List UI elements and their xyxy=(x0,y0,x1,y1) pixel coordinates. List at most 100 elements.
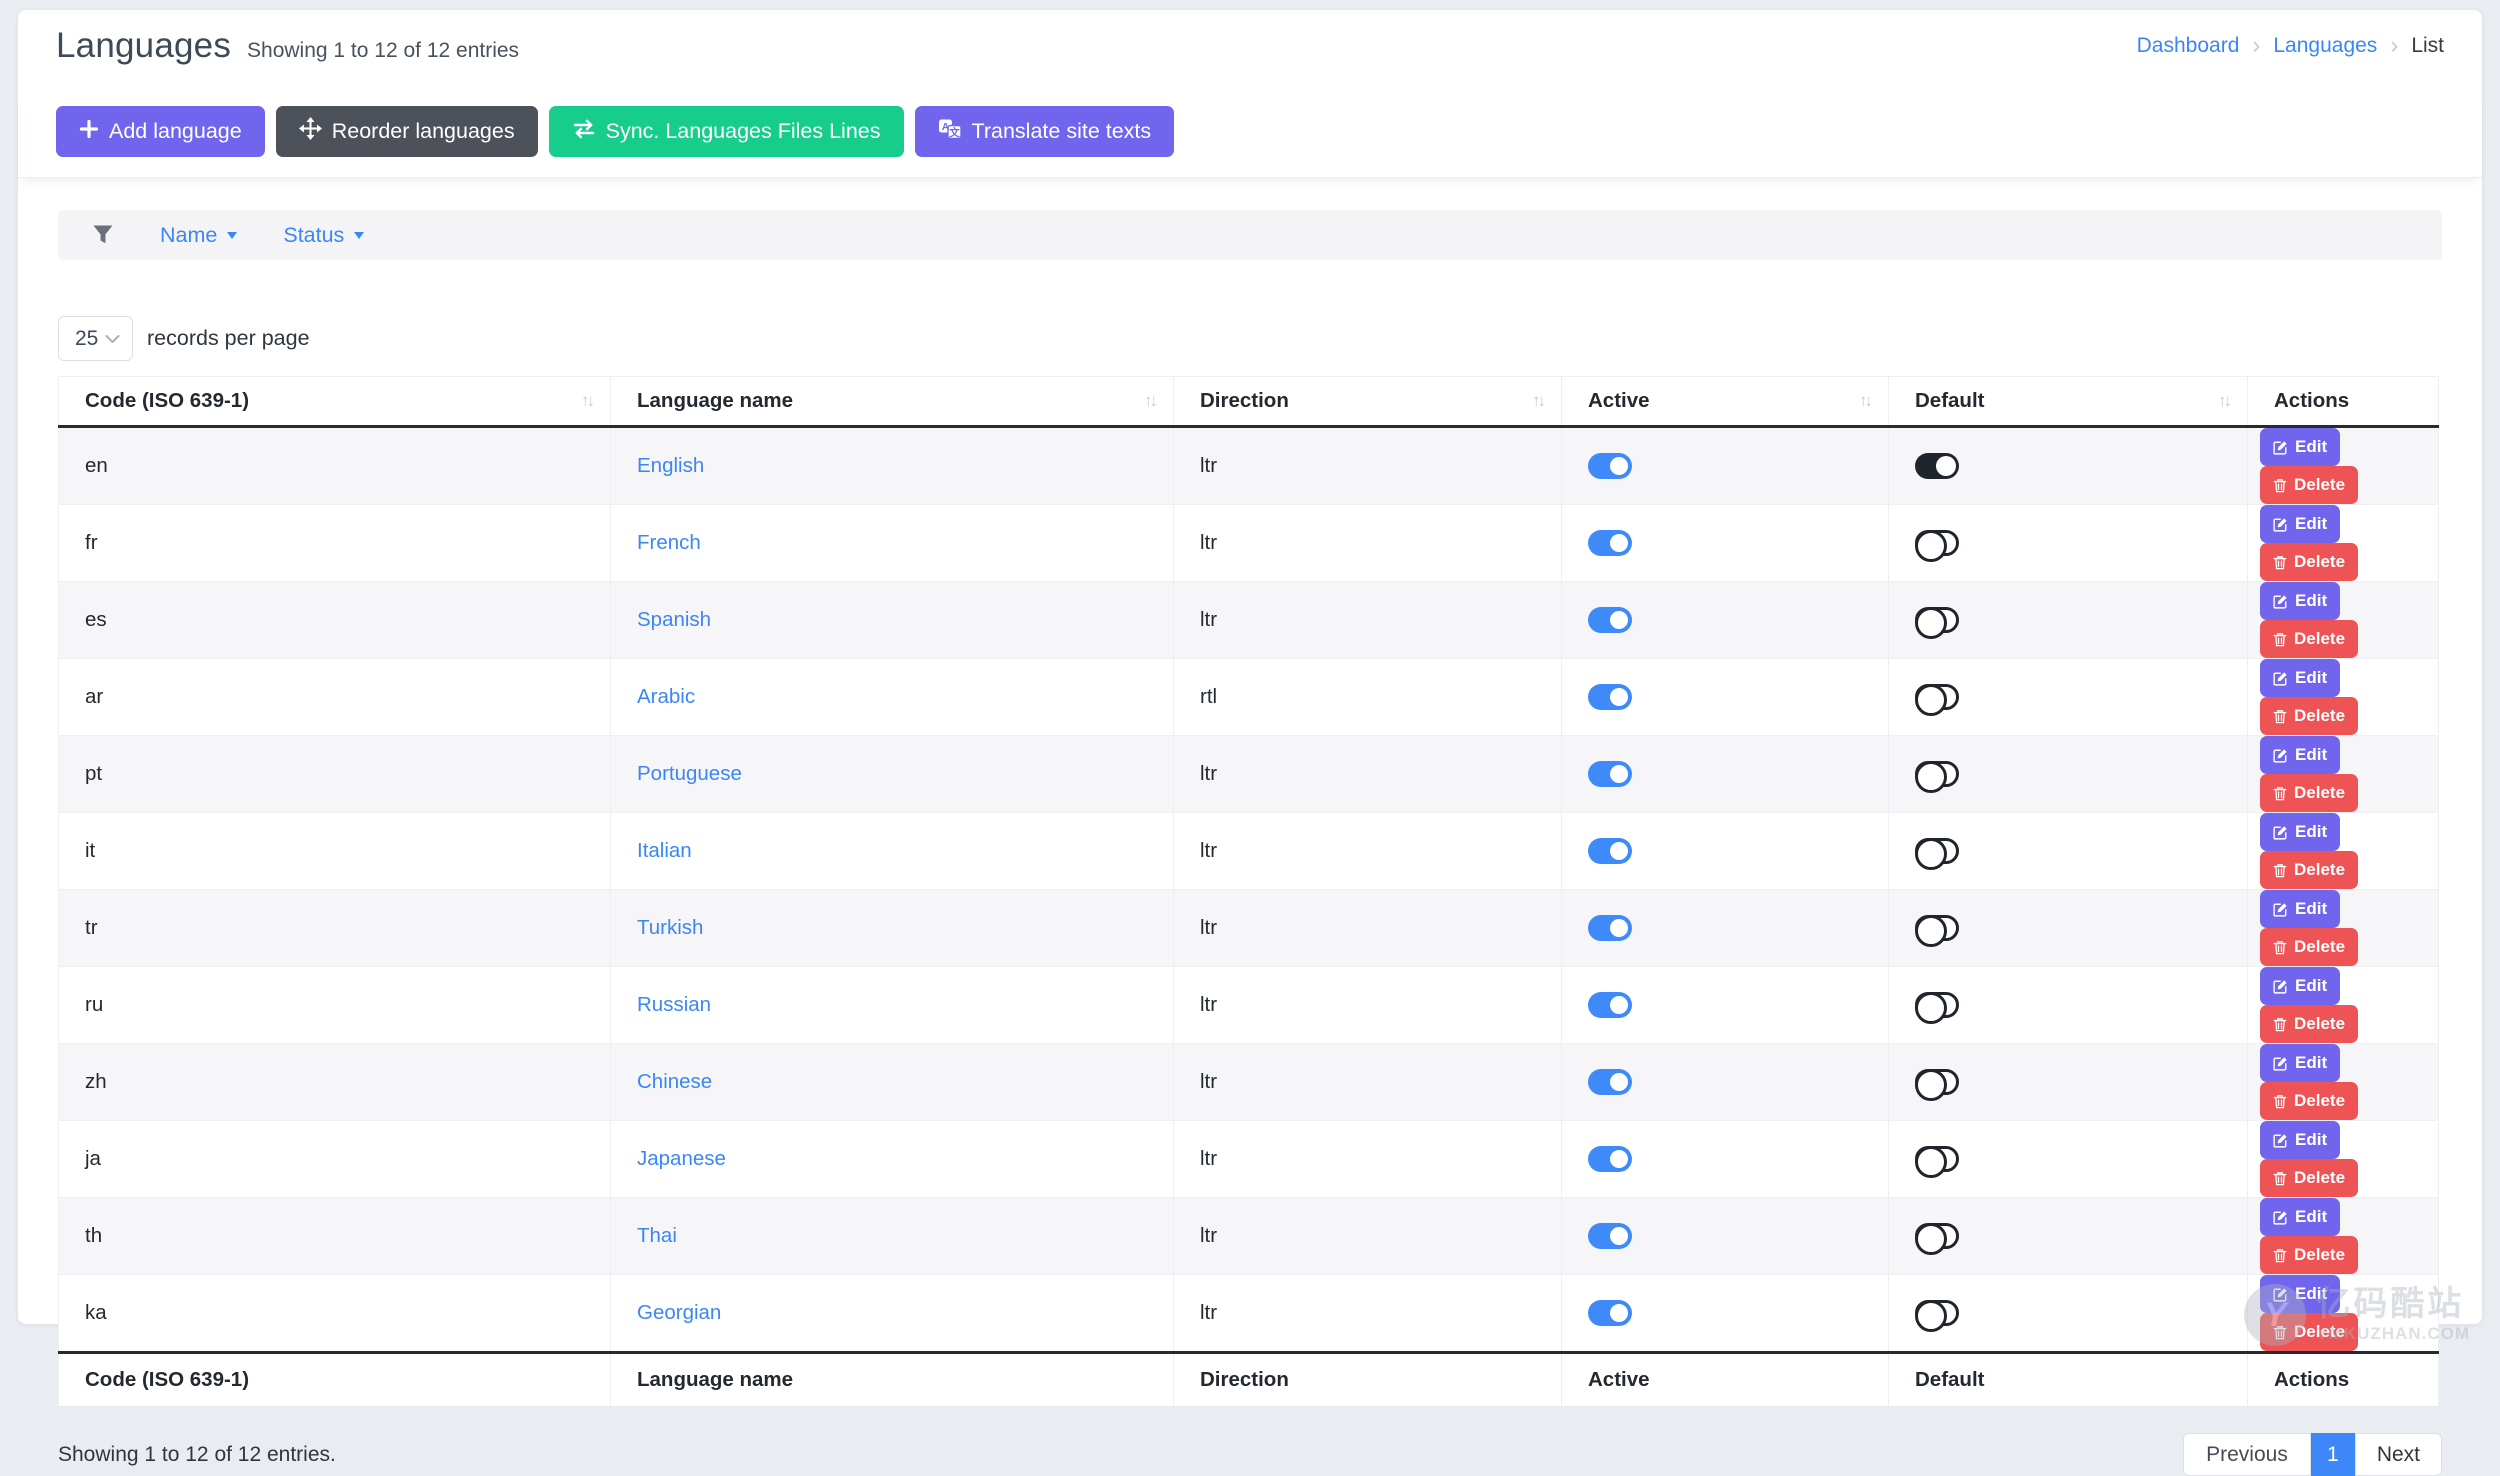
edit-button[interactable]: Edit xyxy=(2260,813,2340,851)
edit-button[interactable]: Edit xyxy=(2260,1275,2340,1313)
edit-label: Edit xyxy=(2295,1130,2327,1150)
table-row: en English ltr Edit Delete xyxy=(59,427,2439,505)
delete-label: Delete xyxy=(2294,552,2345,572)
default-toggle[interactable] xyxy=(1915,915,1959,941)
edit-button[interactable]: Edit xyxy=(2260,1044,2340,1082)
language-name-link[interactable]: Arabic xyxy=(637,685,695,708)
delete-button[interactable]: Delete xyxy=(2260,620,2358,658)
delete-button[interactable]: Delete xyxy=(2260,1236,2358,1274)
edit-label: Edit xyxy=(2295,437,2327,457)
default-toggle[interactable] xyxy=(1915,607,1959,633)
default-toggle[interactable] xyxy=(1915,992,1959,1018)
default-toggle[interactable] xyxy=(1915,1300,1959,1326)
active-toggle[interactable] xyxy=(1588,530,1632,556)
reorder-languages-button[interactable]: Reorder languages xyxy=(276,106,538,157)
pagination-previous-button[interactable]: Previous xyxy=(2183,1433,2311,1476)
code-cell: es xyxy=(59,582,611,659)
delete-button[interactable]: Delete xyxy=(2260,543,2358,581)
breadcrumb-link-dashboard[interactable]: Dashboard xyxy=(2137,34,2240,58)
filter-name-dropdown[interactable]: Name xyxy=(160,223,237,248)
edit-button[interactable]: Edit xyxy=(2260,967,2340,1005)
delete-button[interactable]: Delete xyxy=(2260,851,2358,889)
sync-languages-button[interactable]: Sync. Languages Files Lines xyxy=(549,106,904,157)
active-toggle[interactable] xyxy=(1588,761,1632,787)
add-language-button[interactable]: Add language xyxy=(56,106,265,157)
edit-button[interactable]: Edit xyxy=(2260,736,2340,774)
active-toggle[interactable] xyxy=(1588,1146,1632,1172)
pagination-page-1[interactable]: 1 xyxy=(2311,1433,2355,1476)
edit-button[interactable]: Edit xyxy=(2260,582,2340,620)
trash-icon xyxy=(2273,786,2287,801)
active-toggle[interactable] xyxy=(1588,1223,1632,1249)
edit-button[interactable]: Edit xyxy=(2260,1198,2340,1236)
language-name-link[interactable]: Japanese xyxy=(637,1147,726,1170)
active-toggle[interactable] xyxy=(1588,1069,1632,1095)
sort-icon: ↑↓ xyxy=(1859,391,1870,411)
active-toggle[interactable] xyxy=(1588,992,1632,1018)
active-toggle[interactable] xyxy=(1588,838,1632,864)
default-toggle[interactable] xyxy=(1915,684,1959,710)
delete-button[interactable]: Delete xyxy=(2260,697,2358,735)
header-default[interactable]: Default↑↓ xyxy=(1889,377,2248,427)
delete-button[interactable]: Delete xyxy=(2260,1005,2358,1043)
delete-button[interactable]: Delete xyxy=(2260,928,2358,966)
edit-button[interactable]: Edit xyxy=(2260,659,2340,697)
pagination: Previous 1 Next xyxy=(2183,1433,2442,1476)
default-toggle[interactable] xyxy=(1915,1146,1959,1172)
translate-site-texts-button[interactable]: A 文 Translate site texts xyxy=(915,106,1175,157)
move-icon xyxy=(299,117,322,146)
language-name-link[interactable]: Spanish xyxy=(637,608,711,631)
header-code[interactable]: Code (ISO 639-1)↑↓ xyxy=(59,377,611,427)
default-toggle[interactable] xyxy=(1915,838,1959,864)
table-row: zh Chinese ltr Edit Delete xyxy=(59,1044,2439,1121)
language-name-link[interactable]: Georgian xyxy=(637,1301,721,1324)
reorder-languages-label: Reorder languages xyxy=(332,119,515,144)
active-toggle[interactable] xyxy=(1588,607,1632,633)
default-toggle[interactable] xyxy=(1915,453,1959,479)
direction-cell: ltr xyxy=(1174,1275,1562,1353)
delete-button[interactable]: Delete xyxy=(2260,466,2358,504)
active-toggle[interactable] xyxy=(1588,915,1632,941)
active-toggle[interactable] xyxy=(1588,684,1632,710)
breadcrumb-link-languages[interactable]: Languages xyxy=(2273,34,2377,58)
edit-label: Edit xyxy=(2295,822,2327,842)
page-title: Languages xyxy=(56,26,231,66)
language-name-link[interactable]: English xyxy=(637,454,704,477)
header-direction[interactable]: Direction↑↓ xyxy=(1174,377,1562,427)
edit-button[interactable]: Edit xyxy=(2260,505,2340,543)
edit-button[interactable]: Edit xyxy=(2260,1121,2340,1159)
sort-icon: ↑↓ xyxy=(1144,391,1155,411)
language-name-link[interactable]: French xyxy=(637,531,701,554)
records-per-page-select[interactable]: 25 xyxy=(58,316,133,361)
language-name-link[interactable]: Russian xyxy=(637,993,711,1016)
delete-label: Delete xyxy=(2294,629,2345,649)
language-name-link[interactable]: Italian xyxy=(637,839,692,862)
pagination-next-button[interactable]: Next xyxy=(2355,1433,2442,1476)
delete-label: Delete xyxy=(2294,1245,2345,1265)
delete-button[interactable]: Delete xyxy=(2260,1082,2358,1120)
edit-button[interactable]: Edit xyxy=(2260,428,2340,466)
sort-icon: ↑↓ xyxy=(581,391,592,411)
default-toggle[interactable] xyxy=(1915,1223,1959,1249)
active-toggle[interactable] xyxy=(1588,1300,1632,1326)
language-name-link[interactable]: Portuguese xyxy=(637,762,742,785)
delete-button[interactable]: Delete xyxy=(2260,1159,2358,1197)
footer-header-actions: Actions xyxy=(2248,1353,2439,1407)
delete-label: Delete xyxy=(2294,1322,2345,1342)
edit-icon xyxy=(2273,825,2288,840)
header-active[interactable]: Active↑↓ xyxy=(1562,377,1889,427)
filter-status-dropdown[interactable]: Status xyxy=(283,223,364,248)
edit-button[interactable]: Edit xyxy=(2260,890,2340,928)
breadcrumb: Dashboard › Languages › List xyxy=(2137,26,2444,58)
header-language-name[interactable]: Language name↑↓ xyxy=(611,377,1174,427)
language-name-link[interactable]: Chinese xyxy=(637,1070,712,1093)
language-name-link[interactable]: Turkish xyxy=(637,916,703,939)
default-toggle[interactable] xyxy=(1915,530,1959,556)
table-row: es Spanish ltr Edit Delete xyxy=(59,582,2439,659)
default-toggle[interactable] xyxy=(1915,761,1959,787)
delete-button[interactable]: Delete xyxy=(2260,1313,2358,1351)
active-toggle[interactable] xyxy=(1588,453,1632,479)
delete-button[interactable]: Delete xyxy=(2260,774,2358,812)
default-toggle[interactable] xyxy=(1915,1069,1959,1095)
language-name-link[interactable]: Thai xyxy=(637,1224,677,1247)
